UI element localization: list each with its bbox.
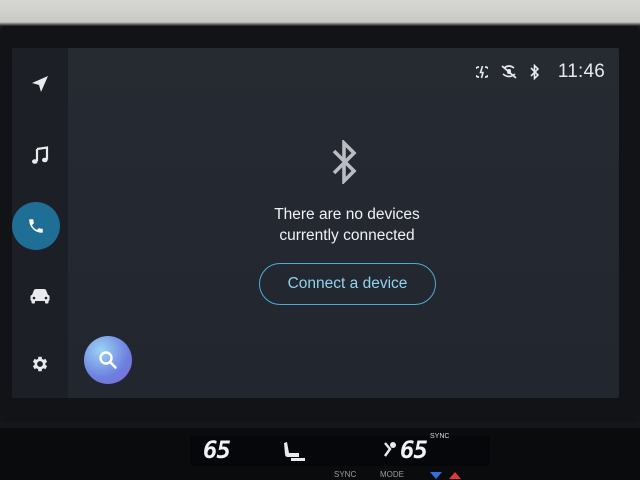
seat-heat-icon[interactable] <box>283 440 307 462</box>
mic-muted-icon <box>501 65 517 79</box>
phone-icon <box>29 219 43 233</box>
bluetooth-icon <box>332 140 357 184</box>
car-icon <box>30 289 50 304</box>
sidebar-item-vehicle[interactable] <box>20 276 60 316</box>
infotainment-screen: 11:46 There are no devices currently con… <box>12 48 619 398</box>
search-button[interactable] <box>84 336 132 384</box>
empty-state-line: currently connected <box>279 227 415 244</box>
search-icon <box>99 351 117 369</box>
empty-state-message: There are no devices currently connected <box>202 204 492 246</box>
status-bar: 11:46 <box>475 60 605 84</box>
navigation-arrow-icon <box>32 76 48 92</box>
music-note-icon <box>32 146 49 164</box>
sidebar-rail <box>12 48 68 398</box>
sidebar-item-music[interactable] <box>20 136 60 176</box>
climate-display <box>190 436 490 466</box>
gear-icon <box>32 356 48 372</box>
connect-device-button[interactable]: Connect a device <box>259 263 436 305</box>
bluetooth-icon <box>530 64 539 80</box>
clock: 11:46 <box>557 61 605 82</box>
sync-indicator: SYNC <box>430 433 450 440</box>
left-temperature[interactable]: 65 <box>203 436 231 464</box>
sync-button[interactable]: SYNC <box>334 470 356 479</box>
right-temperature[interactable]: 65 <box>400 436 428 464</box>
temp-up-icon[interactable] <box>449 472 461 479</box>
sidebar-item-navigation[interactable] <box>20 64 60 104</box>
temp-down-icon[interactable] <box>430 472 442 479</box>
empty-state-line: There are no devices <box>274 206 420 223</box>
wireless-charging-icon <box>475 65 488 79</box>
mode-button[interactable]: MODE <box>380 470 404 479</box>
photo-frame: 11:46 There are no devices currently con… <box>0 0 640 480</box>
sidebar-item-phone[interactable] <box>12 202 60 250</box>
fan-icon[interactable] <box>382 440 398 458</box>
climate-control-strip <box>0 428 640 480</box>
sidebar-item-settings[interactable] <box>20 344 60 384</box>
